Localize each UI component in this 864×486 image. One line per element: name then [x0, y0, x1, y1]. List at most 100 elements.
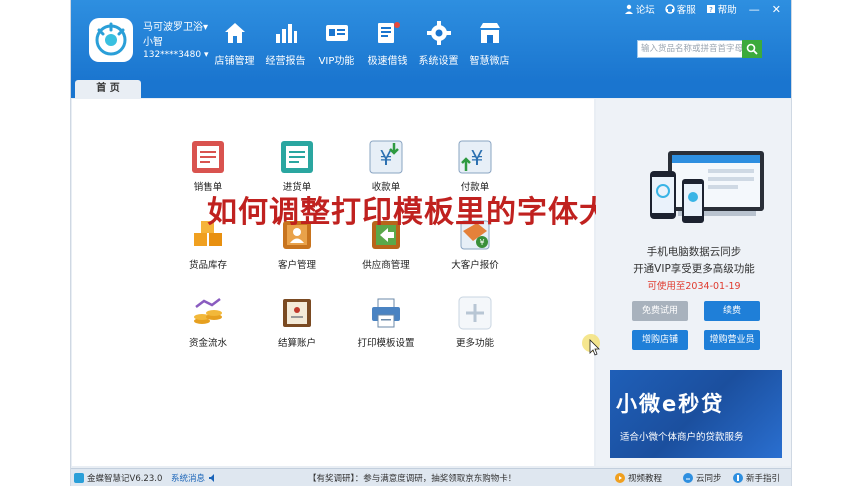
- nav-system-settings[interactable]: 系统设置: [413, 20, 464, 67]
- tile-label: 货品库存: [188, 260, 227, 271]
- guide-label: 新手指引: [746, 474, 781, 484]
- vip-card-icon: [325, 25, 348, 41]
- cloud-icon: [683, 473, 693, 483]
- tile-cash-flow[interactable]: 资金流水: [168, 295, 248, 349]
- sales-order-icon: [190, 139, 226, 175]
- beginner-guide-link[interactable]: 新手指引: [733, 472, 780, 484]
- speaker-icon: [209, 474, 215, 482]
- mouse-cursor: [582, 334, 600, 356]
- help-icon: ?: [706, 5, 715, 14]
- tile-label: 资金流水: [188, 338, 227, 349]
- screen: 马可波罗卫浴▾ 小智 132****3480 ▾ 店铺管理 经营报告 VIP功能: [0, 0, 864, 486]
- cloud-label: 云同步: [696, 474, 722, 484]
- tile-sales-order[interactable]: 销售单: [168, 139, 248, 193]
- video-tutorial-link[interactable]: 视频教程: [615, 472, 662, 484]
- add-store-button[interactable]: 增购店铺: [632, 330, 688, 350]
- svg-text:¥: ¥: [479, 238, 484, 247]
- tab-home[interactable]: 首 页: [75, 80, 141, 100]
- account-book-icon: [279, 295, 315, 331]
- tile-purchase-order[interactable]: 进货单: [257, 139, 337, 193]
- logo-icon: [95, 22, 127, 56]
- add-staff-button[interactable]: 增购营业员: [704, 330, 760, 350]
- app-logo: [89, 18, 133, 62]
- nav-label: 系统设置: [418, 56, 459, 67]
- promo-panel: 手机电脑数据云同步 开通VIP享受更多高级功能 可使用至2034-01-19 免…: [596, 99, 791, 466]
- loan-icon: [377, 22, 400, 43]
- svg-text:?: ?: [709, 6, 713, 14]
- expiry-date: 可使用至2034-01-19: [647, 281, 741, 292]
- nav-store-management[interactable]: 店铺管理: [209, 20, 260, 67]
- plus-icon: [457, 295, 493, 331]
- main-nav: 店铺管理 经营报告 VIP功能 极速借钱 系统设置 智慧微店: [209, 20, 515, 67]
- nav-quick-loan[interactable]: 极速借钱: [362, 20, 413, 67]
- account-selector[interactable]: 132****3480 ▾: [143, 50, 208, 60]
- nav-label: 店铺管理: [214, 56, 255, 67]
- left-margin: [0, 0, 70, 486]
- guide-icon: [733, 473, 743, 483]
- news-ticker[interactable]: 【有奖调研】：参与满意度调研，抽奖领取京东购物卡！: [308, 472, 516, 484]
- app-small-icon: [74, 473, 84, 483]
- messages-label: 系统消息: [171, 474, 206, 484]
- tile-label: 供应商管理: [362, 260, 410, 271]
- status-bar: 金蝶智慧记V6.23.0 系统消息 【有奖调研】：参与满意度调研，抽奖领取京东购…: [71, 468, 791, 486]
- system-messages-link[interactable]: 系统消息: [171, 472, 221, 484]
- tile-more-functions[interactable]: 更多功能: [435, 295, 515, 349]
- free-trial-button[interactable]: 免费试用: [632, 301, 688, 321]
- banner-title: 小微e秒贷: [616, 392, 725, 416]
- gear-icon: [426, 21, 451, 45]
- tile-label: 更多功能: [455, 338, 494, 349]
- shop-selector[interactable]: 马可波罗卫浴▾: [143, 18, 208, 33]
- receipt-icon: ¥: [368, 139, 404, 175]
- cloud-sync-link[interactable]: 云同步: [683, 472, 722, 484]
- home-content: 销售单 进货单 ¥ 收款单 ¥ 付款单 货品库存 客户管理 供应商管理 ¥ 大客…: [72, 99, 640, 466]
- home-icon: [224, 23, 245, 43]
- person-icon: [624, 4, 633, 14]
- renew-button[interactable]: 续费: [704, 301, 760, 321]
- headset-icon: [665, 4, 675, 14]
- search-button[interactable]: [742, 40, 762, 58]
- nav-label: 极速借钱: [367, 56, 408, 67]
- search-icon: [746, 43, 758, 55]
- right-margin: [792, 0, 864, 486]
- video-overlay-title: 如何调整打印模板里的字体大小: [207, 195, 641, 230]
- video-label: 视频教程: [628, 474, 663, 484]
- tile-receipt[interactable]: ¥ 收款单: [346, 139, 426, 193]
- app-window: 马可波罗卫浴▾ 小智 132****3480 ▾ 店铺管理 经营报告 VIP功能: [70, 0, 792, 486]
- bar-chart-icon: [275, 24, 297, 43]
- printer-icon: [368, 295, 404, 331]
- nav-smart-store[interactable]: 智慧微店: [464, 20, 515, 67]
- loan-banner[interactable]: 小微e秒贷 适合小微个体商户的贷款服务: [610, 370, 782, 458]
- payment-icon: ¥: [457, 139, 493, 175]
- tile-settlement-account[interactable]: 结算账户: [257, 295, 337, 349]
- nav-label: VIP功能: [318, 56, 355, 67]
- cash-flow-icon: [190, 295, 226, 331]
- promo-vip-text: 开通VIP享受更多高级功能: [633, 263, 755, 275]
- version-info: 金蝶智慧记V6.23.0: [74, 472, 162, 484]
- banner-subtitle: 适合小微个体商户的贷款服务: [620, 432, 744, 443]
- help-label: 帮助: [717, 5, 737, 16]
- nav-label: 智慧微店: [469, 56, 510, 67]
- nav-vip[interactable]: VIP功能: [311, 20, 362, 67]
- svg-text:¥: ¥: [471, 146, 484, 170]
- header: 马可波罗卫浴▾ 小智 132****3480 ▾ 店铺管理 经营报告 VIP功能: [71, 0, 791, 82]
- devices-illustration: [650, 151, 764, 223]
- tab-strip: [71, 82, 791, 98]
- top-toolbar: 论坛 客服 ? 帮助 — ✕: [614, 2, 781, 16]
- tile-payment[interactable]: ¥ 付款单: [435, 139, 515, 193]
- tile-print-template-settings[interactable]: 打印模板设置: [346, 295, 426, 349]
- nav-business-report[interactable]: 经营报告: [260, 20, 311, 67]
- help-link[interactable]: ? 帮助: [706, 2, 737, 16]
- tile-label: 大客户报价: [451, 260, 499, 271]
- forum-link[interactable]: 论坛: [624, 2, 655, 16]
- play-icon: [615, 473, 625, 483]
- store-icon: [479, 23, 500, 43]
- purchase-order-icon: [279, 139, 315, 175]
- nav-label: 经营报告: [265, 56, 306, 67]
- service-link[interactable]: 客服: [665, 2, 696, 16]
- service-label: 客服: [676, 5, 696, 16]
- tile-label: 打印模板设置: [357, 338, 415, 349]
- version-label: 金蝶智慧记V6.23.0: [87, 474, 163, 484]
- tile-label: 结算账户: [277, 338, 316, 349]
- close-button[interactable]: ✕: [772, 3, 781, 16]
- minimize-button[interactable]: —: [749, 3, 760, 16]
